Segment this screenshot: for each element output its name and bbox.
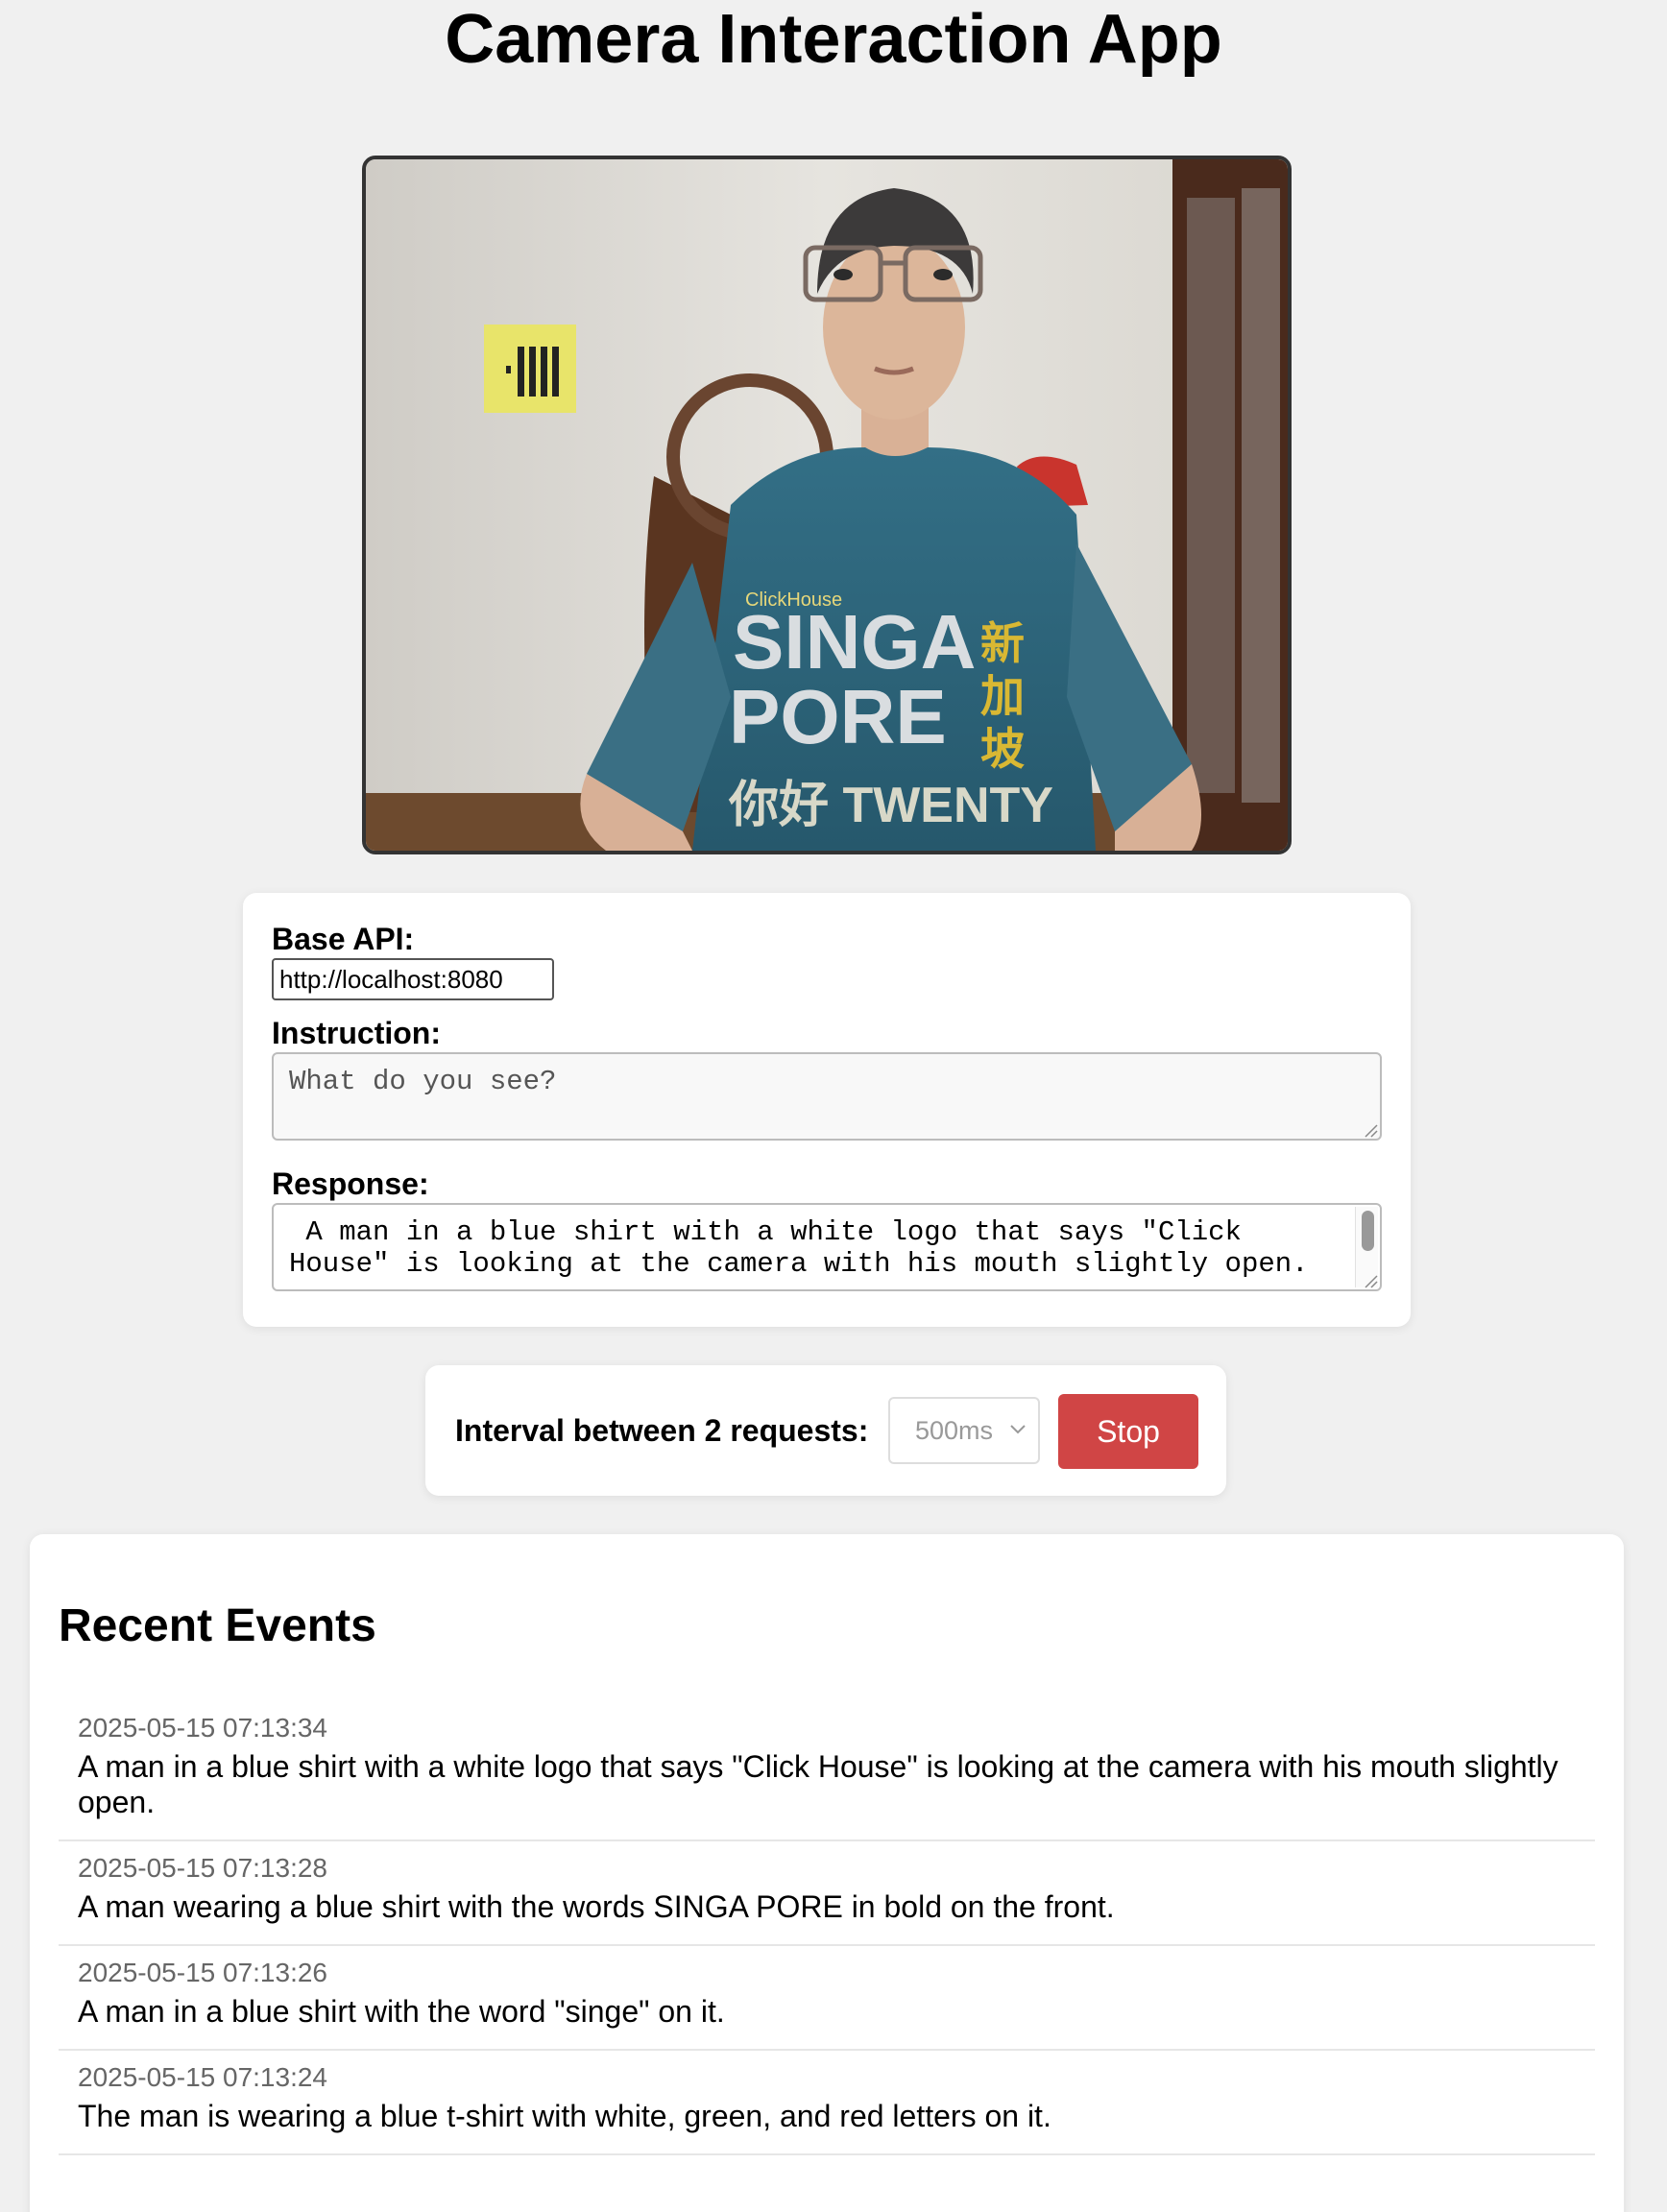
controls-panel: Base API: Instruction: Response: A man i… bbox=[243, 893, 1411, 1327]
chevron-down-icon bbox=[1010, 1425, 1026, 1434]
list-item: 2025-05-15 07:13:34 A man in a blue shir… bbox=[59, 1701, 1595, 1841]
recent-events-panel: Recent Events 2025-05-15 07:13:34 A man … bbox=[30, 1534, 1624, 2212]
camera-frame-image: ClickHouse SINGA PORE 你好 TWENTY 新 加 坡 bbox=[366, 159, 1288, 851]
list-item: 2025-05-15 07:13:26 A man in a blue shir… bbox=[59, 1946, 1595, 2051]
response-resize-handle[interactable] bbox=[1362, 1272, 1379, 1289]
event-text: A man wearing a blue shirt with the word… bbox=[78, 1889, 1115, 1924]
page-title: Camera Interaction App bbox=[445, 1, 1222, 78]
stop-button[interactable]: Stop bbox=[1058, 1394, 1198, 1469]
base-api-input[interactable] bbox=[272, 958, 554, 1000]
left-eye bbox=[834, 269, 853, 280]
response-label: Response: bbox=[272, 1166, 429, 1201]
recent-events-title: Recent Events bbox=[59, 1600, 376, 1651]
interval-select-value: 500ms bbox=[915, 1416, 994, 1445]
right-eye bbox=[933, 269, 953, 280]
response-scrollbar-thumb[interactable] bbox=[1362, 1211, 1374, 1251]
list-item: 2025-05-15 07:13:24 The man is wearing a… bbox=[59, 2051, 1595, 2155]
instruction-textarea[interactable] bbox=[272, 1052, 1382, 1141]
event-text: The man is wearing a blue t-shirt with w… bbox=[78, 2099, 1051, 2133]
response-textarea[interactable]: A man in a blue shirt with a white logo … bbox=[272, 1203, 1382, 1291]
shirt-chinese-1: 新 bbox=[980, 617, 1025, 669]
list-item: 2025-05-15 07:13:28 A man wearing a blue… bbox=[59, 1841, 1595, 1946]
instruction-label: Instruction: bbox=[272, 1016, 441, 1050]
shirt-text-pore: PORE bbox=[729, 674, 947, 759]
shirt-text-singa: SINGA bbox=[733, 599, 976, 685]
event-timestamp: 2025-05-15 07:13:26 bbox=[78, 1958, 327, 1987]
event-list: 2025-05-15 07:13:34 A man in a blue shir… bbox=[59, 1701, 1595, 2155]
shirt-text-twenty: 你好 TWENTY bbox=[728, 778, 1053, 833]
shirt-chinese-3: 坡 bbox=[980, 723, 1025, 775]
event-text: A man in a blue shirt with a white logo … bbox=[78, 1749, 1558, 1819]
event-timestamp: 2025-05-15 07:13:24 bbox=[78, 2062, 327, 2092]
event-text: A man in a blue shirt with the word "sin… bbox=[78, 1994, 725, 2029]
event-timestamp: 2025-05-15 07:13:28 bbox=[78, 1853, 327, 1883]
interval-label: Interval between 2 requests: bbox=[455, 1413, 869, 1448]
event-timestamp: 2025-05-15 07:13:34 bbox=[78, 1713, 327, 1743]
interval-select[interactable]: 500ms bbox=[888, 1397, 1040, 1464]
shirt-chinese-2: 加 bbox=[980, 670, 1025, 722]
base-api-label: Base API: bbox=[272, 922, 415, 956]
camera-video-feed: ClickHouse SINGA PORE 你好 TWENTY 新 加 坡 bbox=[362, 156, 1292, 854]
cabinet-glass-left bbox=[1187, 198, 1235, 793]
app-page: Camera Interaction App ClickHouse SINGA … bbox=[0, 0, 1667, 2212]
interval-panel: Interval between 2 requests: 500ms Stop bbox=[425, 1365, 1226, 1496]
instruction-resize-handle[interactable] bbox=[1362, 1121, 1379, 1139]
cabinet-glass-right bbox=[1242, 188, 1280, 803]
shirt-print: ClickHouse SINGA PORE 你好 TWENTY 新 加 坡 bbox=[728, 589, 1053, 833]
